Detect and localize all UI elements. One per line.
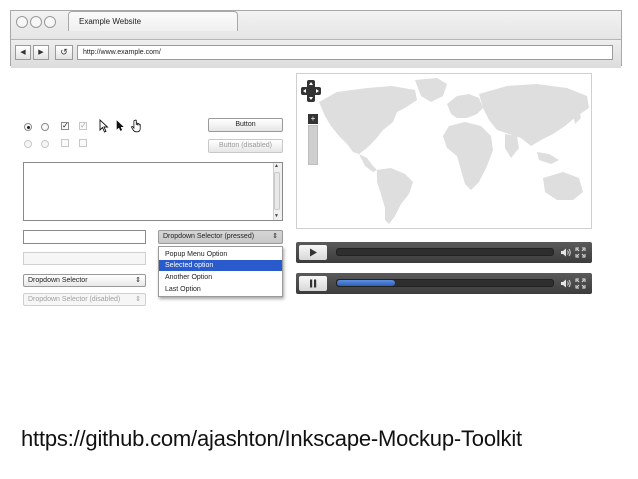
forward-button[interactable]: ▶ (33, 45, 49, 60)
scrollbar-thumb[interactable] (274, 172, 280, 210)
dropdown-selector[interactable]: Dropdown Selector ⇕ (23, 274, 146, 287)
dropdown-selector-disabled: Dropdown Selector (disabled) ⇕ (23, 293, 146, 306)
menu-item[interactable]: Last Option (159, 284, 282, 295)
play-button[interactable] (299, 245, 327, 260)
map-pan-control[interactable] (301, 80, 321, 102)
radio-unchecked[interactable] (41, 123, 49, 131)
checkbox-disabled (61, 139, 69, 147)
dropdown-arrow-icon: ⇕ (272, 233, 278, 240)
progress-track[interactable] (336, 248, 554, 256)
checkbox-checked[interactable]: ✓ (61, 122, 69, 130)
close-window-button[interactable] (16, 16, 28, 28)
minimize-window-button[interactable] (30, 16, 42, 28)
address-bar[interactable]: http://www.example.com/ (77, 45, 613, 60)
map-widget[interactable] (296, 73, 592, 229)
menu-item[interactable]: Popup Menu Option (159, 249, 282, 260)
media-player-paused (296, 242, 592, 263)
url-text: http://www.example.com/ (83, 49, 161, 56)
dropdown-arrow-icon: ⇕ (135, 296, 141, 303)
checkbox-checked-disabled: ✓ (79, 121, 87, 130)
menu-item[interactable]: Another Option (159, 272, 282, 283)
navigation-bar: ◀ ▶ ↺ http://www.example.com/ (11, 39, 621, 68)
progress-track[interactable] (336, 279, 554, 287)
text-input[interactable] (23, 230, 146, 244)
volume-icon[interactable] (560, 278, 572, 289)
radio-checked[interactable] (24, 123, 32, 131)
back-arrow-icon: ◀ (20, 49, 26, 56)
scroll-up-arrow-icon[interactable]: ▲ (274, 163, 279, 169)
radio-disabled-2 (41, 140, 49, 148)
browser-tab[interactable]: Example Website (68, 11, 238, 31)
scroll-down-arrow-icon[interactable]: ▼ (274, 213, 279, 219)
arrow-cursor-icon-small (116, 120, 124, 131)
hand-cursor-icon (131, 119, 141, 133)
button-disabled: Button (disabled) (208, 139, 283, 153)
button[interactable]: Button (208, 118, 283, 132)
fullscreen-icon[interactable] (575, 247, 586, 258)
progress-fill (337, 280, 395, 286)
pause-button[interactable] (299, 276, 327, 291)
fullscreen-icon[interactable] (575, 278, 586, 289)
checkbox-disabled-2 (79, 139, 87, 147)
zoom-slider[interactable] (308, 125, 318, 165)
pan-arrows-icon (301, 80, 321, 102)
menu-item-selected[interactable]: Selected option (159, 260, 282, 271)
reload-button[interactable]: ↺ (55, 45, 73, 60)
reload-icon: ↺ (60, 47, 68, 57)
media-player-playing (296, 273, 592, 294)
volume-icon[interactable] (560, 247, 572, 258)
dropdown-selector-pressed[interactable]: Dropdown Selector (pressed) ⇕ (158, 230, 283, 244)
dropdown-arrow-icon: ⇕ (135, 277, 141, 284)
play-icon (310, 248, 317, 257)
tab-title: Example Website (79, 17, 142, 26)
browser-window-chrome: Example Website ◀ ▶ ↺ http://www.example… (10, 10, 622, 68)
radio-disabled (24, 140, 32, 148)
world-map (319, 78, 589, 224)
text-area[interactable] (23, 162, 283, 221)
footer-link-text: https://github.com/ajashton/Inkscape-Moc… (21, 426, 522, 451)
zoom-in-icon[interactable]: + (308, 114, 318, 124)
maximize-window-button[interactable] (44, 16, 56, 28)
forward-arrow-icon: ▶ (38, 49, 44, 56)
popup-menu: Popup Menu Option Selected option Anothe… (158, 246, 283, 297)
text-input-disabled (23, 252, 146, 265)
back-button[interactable]: ◀ (15, 45, 31, 60)
arrow-cursor-icon (99, 119, 109, 133)
pause-icon (310, 279, 317, 288)
